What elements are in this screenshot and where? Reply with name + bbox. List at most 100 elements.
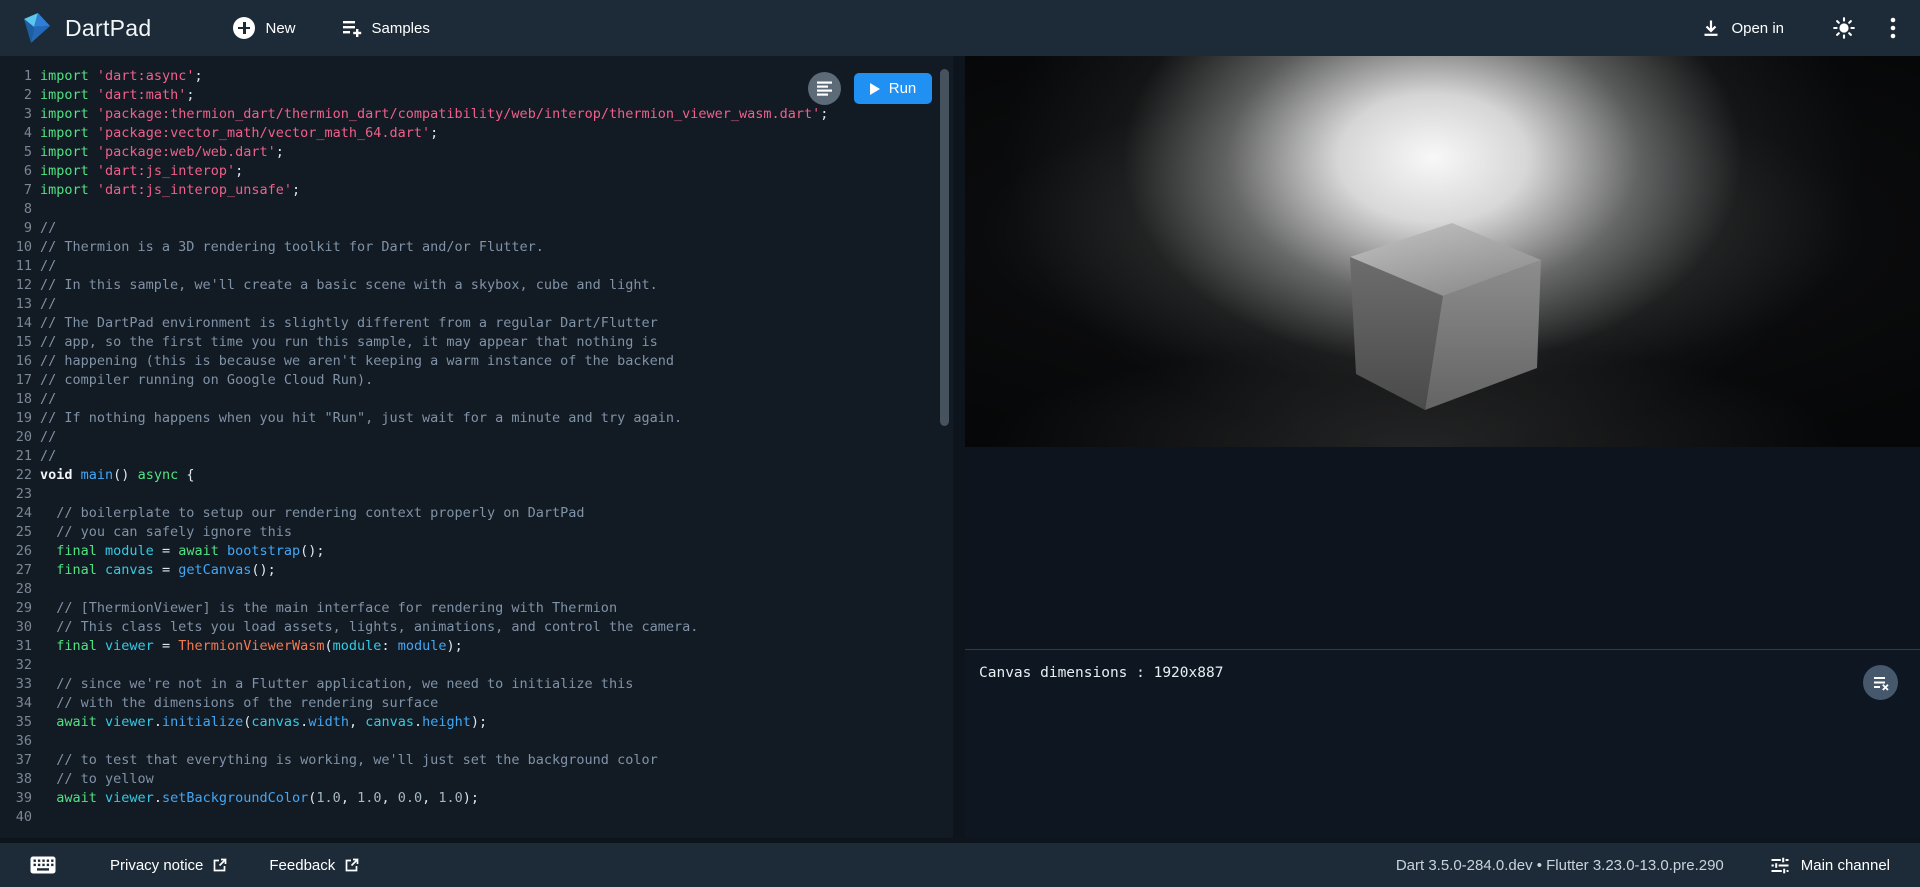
code-line: 37 // to test that everything is working… <box>0 751 953 770</box>
code-line: 34 // with the dimensions of the renderi… <box>0 694 953 713</box>
code-line: 11// <box>0 257 953 276</box>
code-line: 5import 'package:web/web.dart'; <box>0 143 953 162</box>
new-button[interactable]: New <box>233 17 295 39</box>
feedback-label: Feedback <box>269 857 335 874</box>
format-button[interactable] <box>808 72 841 105</box>
open-in-button[interactable]: Open in <box>1701 18 1784 38</box>
line-number: 3 <box>0 105 40 124</box>
line-number: 39 <box>0 789 40 808</box>
line-number: 4 <box>0 124 40 143</box>
code-line: 8 <box>0 200 953 219</box>
code-editor[interactable]: 1import 'dart:async';2import 'dart:math'… <box>0 56 953 827</box>
code-line: 23 <box>0 485 953 504</box>
line-number: 31 <box>0 637 40 656</box>
line-number: 11 <box>0 257 40 276</box>
line-number: 26 <box>0 542 40 561</box>
main-area: 1import 'dart:async';2import 'dart:math'… <box>0 56 1920 838</box>
line-number: 25 <box>0 523 40 542</box>
line-number: 30 <box>0 618 40 637</box>
code-line: 24 // boilerplate to setup our rendering… <box>0 504 953 523</box>
code-line: 31 final viewer = ThermionViewerWasm(mod… <box>0 637 953 656</box>
render-canvas[interactable] <box>965 56 1920 447</box>
code-line: 26 final module = await bootstrap(); <box>0 542 953 561</box>
line-number: 8 <box>0 200 40 219</box>
line-number: 15 <box>0 333 40 352</box>
playlist-add-icon <box>342 19 362 37</box>
console-panel: Canvas dimensions : 1920x887 <box>965 649 1920 838</box>
external-link-icon <box>344 858 359 873</box>
status-bar: Privacy notice Feedback Dart 3.5.0-284.0… <box>0 843 1920 887</box>
line-number: 7 <box>0 181 40 200</box>
keyboard-icon <box>30 856 56 874</box>
line-number: 40 <box>0 808 40 827</box>
code-line: 32 <box>0 656 953 675</box>
brightness-icon <box>1832 16 1856 40</box>
line-number: 6 <box>0 162 40 181</box>
privacy-notice-label: Privacy notice <box>110 857 203 874</box>
line-number: 18 <box>0 390 40 409</box>
external-link-icon <box>212 858 227 873</box>
cube-3d <box>965 56 1920 447</box>
line-number: 19 <box>0 409 40 428</box>
code-line: 29 // [ThermionViewer] is the main inter… <box>0 599 953 618</box>
line-number: 21 <box>0 447 40 466</box>
code-line: 33 // since we're not in a Flutter appli… <box>0 675 953 694</box>
download-icon <box>1701 18 1721 38</box>
code-line: 3import 'package:thermion_dart/thermion_… <box>0 105 953 124</box>
overflow-menu-button[interactable] <box>1886 13 1900 43</box>
channel-selector[interactable]: Main channel <box>1770 855 1890 875</box>
code-line: 20// <box>0 428 953 447</box>
line-number: 17 <box>0 371 40 390</box>
line-number: 20 <box>0 428 40 447</box>
line-number: 27 <box>0 561 40 580</box>
line-number: 34 <box>0 694 40 713</box>
line-number: 5 <box>0 143 40 162</box>
line-number: 29 <box>0 599 40 618</box>
privacy-notice-link[interactable]: Privacy notice <box>110 857 227 874</box>
console-output: Canvas dimensions : 1920x887 <box>979 665 1906 681</box>
editor-scrollbar[interactable] <box>940 69 949 426</box>
line-number: 24 <box>0 504 40 523</box>
samples-button-label: Samples <box>372 20 430 37</box>
header: DartPad New Samples Open in <box>0 0 1920 56</box>
app-title: DartPad <box>65 15 151 42</box>
line-number: 13 <box>0 295 40 314</box>
play-icon <box>870 83 880 95</box>
code-line: 14// The DartPad environment is slightly… <box>0 314 953 333</box>
code-line: 25 // you can safely ignore this <box>0 523 953 542</box>
code-line: 27 final canvas = getCanvas(); <box>0 561 953 580</box>
line-number: 9 <box>0 219 40 238</box>
open-in-label: Open in <box>1731 20 1784 37</box>
code-line: 9// <box>0 219 953 238</box>
code-line: 7import 'dart:js_interop_unsafe'; <box>0 181 953 200</box>
code-line: 35 await viewer.initialize(canvas.width,… <box>0 713 953 732</box>
line-number: 38 <box>0 770 40 789</box>
feedback-link[interactable]: Feedback <box>269 857 359 874</box>
code-line: 4import 'package:vector_math/vector_math… <box>0 124 953 143</box>
line-number: 23 <box>0 485 40 504</box>
channel-label: Main channel <box>1801 857 1890 874</box>
tune-icon <box>1770 855 1790 875</box>
output-panel-spacer <box>965 447 1920 649</box>
line-number: 2 <box>0 86 40 105</box>
code-line: 13// <box>0 295 953 314</box>
clear-console-icon <box>1872 674 1890 692</box>
code-line: 36 <box>0 732 953 751</box>
run-button[interactable]: Run <box>854 73 932 104</box>
clear-console-button[interactable] <box>1863 665 1898 700</box>
new-button-label: New <box>265 20 295 37</box>
samples-button[interactable]: Samples <box>342 19 430 37</box>
code-line: 39 await viewer.setBackgroundColor(1.0, … <box>0 789 953 808</box>
editor-panel: 1import 'dart:async';2import 'dart:math'… <box>0 56 953 838</box>
overflow-menu-icon <box>1890 17 1896 39</box>
run-button-label: Run <box>889 80 917 97</box>
line-number: 1 <box>0 67 40 86</box>
line-number: 33 <box>0 675 40 694</box>
code-line: 40 <box>0 808 953 827</box>
keyboard-shortcuts-button[interactable] <box>26 852 60 878</box>
line-number: 14 <box>0 314 40 333</box>
line-number: 12 <box>0 276 40 295</box>
line-number: 28 <box>0 580 40 599</box>
brightness-toggle[interactable] <box>1828 12 1860 44</box>
code-line: 28 <box>0 580 953 599</box>
